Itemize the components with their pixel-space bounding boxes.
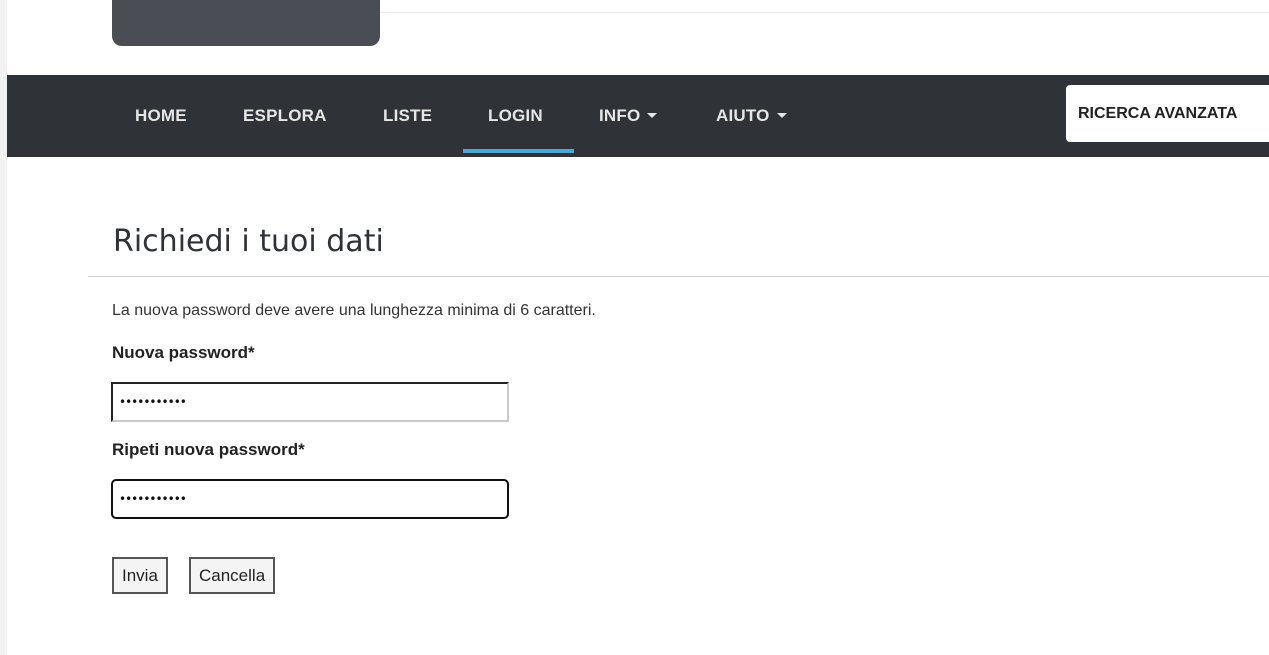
- repeat-password-input[interactable]: [111, 479, 509, 519]
- nav-aiuto-dropdown[interactable]: AIUTO: [716, 75, 787, 157]
- nav-esplora[interactable]: ESPLORA: [243, 75, 327, 157]
- header-divider: [380, 12, 1269, 13]
- site-logo-banner: [112, 0, 380, 46]
- submit-button[interactable]: Invia: [112, 557, 168, 594]
- left-edge: [0, 0, 7, 655]
- nav-active-indicator: [463, 149, 574, 153]
- nav-esplora-label: ESPLORA: [243, 106, 327, 125]
- nav-liste[interactable]: LISTE: [383, 75, 432, 157]
- page-title: Richiedi i tuoi dati: [113, 224, 384, 259]
- title-divider: [88, 276, 1269, 277]
- repeat-password-label: Ripeti nuova password*: [112, 440, 305, 459]
- nav-home-label: HOME: [135, 106, 187, 125]
- advanced-search-button[interactable]: RICERCA AVANZATA: [1066, 85, 1269, 142]
- nav-home[interactable]: HOME: [135, 75, 187, 157]
- advanced-search-label: RICERCA AVANZATA: [1078, 105, 1238, 122]
- nav-info-label: INFO: [599, 106, 641, 125]
- nav-login-label: LOGIN: [488, 106, 543, 125]
- nav-liste-label: LISTE: [383, 106, 433, 125]
- new-password-label: Nuova password*: [112, 343, 255, 362]
- nav-login[interactable]: LOGIN: [488, 75, 543, 157]
- main-navbar: HOME ESPLORA LISTE LOGIN INFO AIUTO RICE…: [7, 75, 1269, 157]
- cancel-button[interactable]: Cancella: [189, 557, 276, 594]
- nav-aiuto-label: AIUTO: [716, 106, 770, 125]
- password-requirement-text: La nuova password deve avere una lunghez…: [112, 302, 596, 319]
- chevron-down-icon: [776, 113, 787, 119]
- chevron-down-icon: [647, 113, 658, 119]
- nav-info-dropdown[interactable]: INFO: [599, 75, 658, 157]
- new-password-input[interactable]: [111, 382, 509, 422]
